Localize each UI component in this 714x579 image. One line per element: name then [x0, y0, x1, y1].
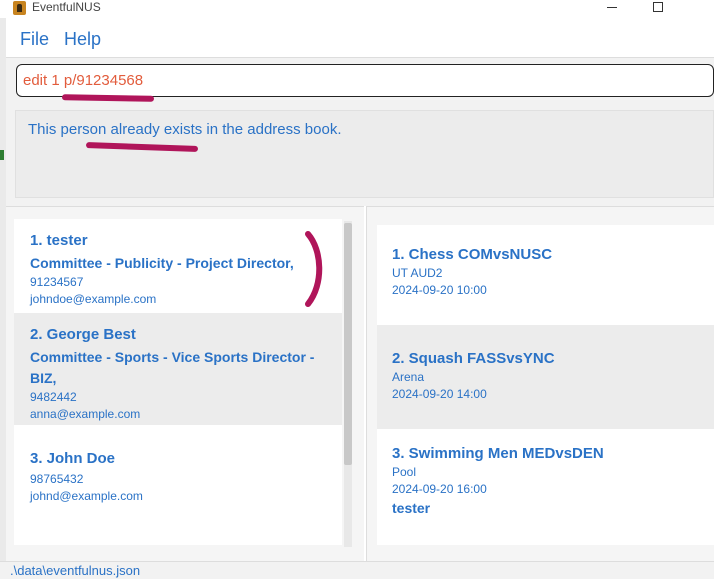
menu-bar: File Help — [6, 18, 714, 58]
person-email: johndoe@example.com — [30, 292, 157, 306]
result-display-container: This person already exists in the addres… — [6, 104, 714, 206]
annotation-bracket — [305, 231, 323, 307]
person-card[interactable]: 1. tester Committee - Publicity - Projec… — [14, 219, 342, 313]
person-email: anna@example.com — [30, 407, 141, 421]
event-datetime: 2024-09-20 14:00 — [392, 387, 487, 401]
person-list[interactable]: 1. tester Committee - Publicity - Projec… — [14, 219, 342, 545]
event-card[interactable]: 1. Chess COMvsNUSC UT AUD2 2024-09-20 10… — [377, 225, 714, 325]
event-venue: Arena — [392, 370, 425, 384]
event-title: 1. Chess COMvsNUSC — [392, 246, 553, 263]
scrollbar-thumb[interactable] — [344, 223, 352, 465]
person-card[interactable]: 2. George Best Committee - Sports - Vice… — [14, 313, 342, 425]
title-bar: EventfulNUS — [0, 0, 714, 18]
window-title: EventfulNUS — [32, 0, 101, 14]
maximize-button[interactable] — [646, 0, 670, 14]
event-datetime: 2024-09-20 10:00 — [392, 283, 487, 297]
app-icon — [13, 1, 26, 15]
event-datetime: 2024-09-20 16:00 — [392, 482, 487, 496]
event-title: 2. Squash FASSvsYNC — [392, 350, 555, 367]
background-window-mark — [0, 150, 4, 160]
menu-help[interactable]: Help — [64, 29, 101, 50]
minimize-icon — [607, 6, 617, 8]
person-phone: 98765432 — [30, 472, 84, 486]
result-message: This person already exists in the addres… — [28, 121, 342, 138]
save-location: .\data\eventfulnus.json — [10, 563, 141, 578]
person-name: 2. George Best — [30, 326, 136, 343]
person-role: Committee - Sports - Vice Sports Directo… — [30, 349, 315, 386]
event-venue: UT AUD2 — [392, 266, 443, 280]
event-list-panel: 1. Chess COMvsNUSC UT AUD2 2024-09-20 10… — [366, 206, 714, 561]
maximize-icon — [653, 2, 663, 12]
person-list-scrollbar[interactable] — [344, 221, 352, 547]
person-phone: 9482442 — [30, 390, 77, 404]
menu-file[interactable]: File — [20, 29, 49, 50]
event-title: 3. Swimming Men MEDvsDEN — [392, 445, 604, 462]
event-card[interactable]: 2. Squash FASSvsYNC Arena 2024-09-20 14:… — [377, 325, 714, 429]
result-display: This person already exists in the addres… — [15, 110, 714, 198]
person-name: 1. tester — [30, 232, 88, 249]
event-venue: Pool — [392, 465, 417, 479]
person-card[interactable]: 3. John Doe 98765432 johnd@example.com — [14, 425, 342, 545]
person-role: Committee - Publicity - Project Director… — [30, 255, 294, 271]
person-phone: 91234567 — [30, 275, 84, 289]
event-participant: tester — [392, 500, 431, 516]
event-list[interactable]: 1. Chess COMvsNUSC UT AUD2 2024-09-20 10… — [377, 225, 714, 549]
person-email: johnd@example.com — [30, 489, 143, 503]
command-input[interactable]: edit 1 p/91234568 — [16, 64, 714, 97]
event-card[interactable]: 3. Swimming Men MEDvsDEN Pool 2024-09-20… — [377, 429, 714, 545]
status-bar: .\data\eventfulnus.json — [0, 561, 714, 579]
person-name: 3. John Doe — [30, 450, 116, 467]
minimize-button[interactable] — [600, 0, 624, 14]
